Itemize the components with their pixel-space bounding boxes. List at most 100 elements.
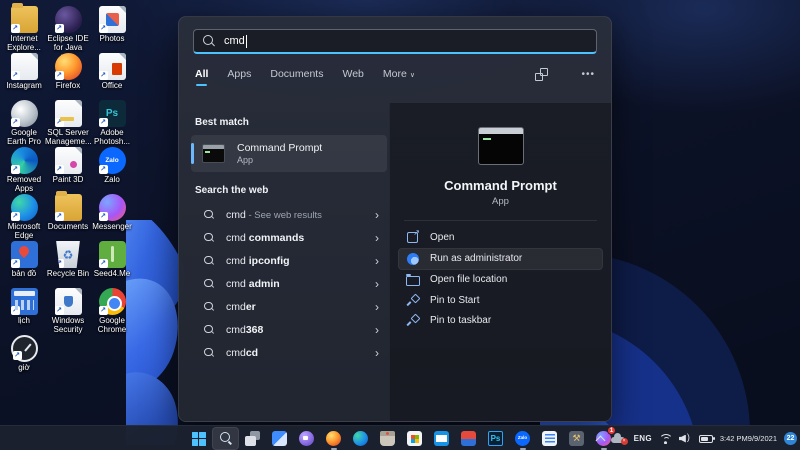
desktop-icon-paint-3d[interactable]: ↗ Paint 3D bbox=[46, 147, 90, 194]
office-icon: ↗ bbox=[98, 53, 126, 80]
desktop-icon-eclipse-ide[interactable]: ↗ Eclipse IDE for Java an... bbox=[46, 6, 90, 61]
taskbar-people-icon[interactable] bbox=[455, 427, 482, 450]
account-options-icon[interactable] bbox=[535, 67, 549, 81]
desktop-icon-documents[interactable]: ↗ Documents bbox=[46, 191, 90, 241]
desktop-icon-label: Zalo bbox=[104, 175, 120, 184]
taskbar-start-icon[interactable] bbox=[185, 427, 212, 450]
taskbar-tools-icon[interactable]: ⚒ bbox=[563, 427, 590, 450]
messenger-icon: ↗ bbox=[98, 194, 126, 221]
shortcut-arrow-icon: ↗ bbox=[98, 71, 108, 80]
desktop-icon-gio[interactable]: ↗ giờ bbox=[2, 335, 46, 382]
action-run-admin[interactable]: Run as administrator bbox=[398, 247, 603, 270]
desktop-icon-recycle-bin[interactable]: ↗ Recycle Bin bbox=[46, 241, 90, 288]
desktop-icon-removed-apps[interactable]: ↗ Removed Apps bbox=[2, 147, 46, 194]
web-suggestion-row[interactable]: cmd - See web results › bbox=[191, 203, 387, 226]
web-suggestion-row[interactable]: cmder › bbox=[191, 295, 387, 318]
action-pin-taskbar[interactable]: Pin to taskbar bbox=[398, 311, 603, 332]
wifi-icon[interactable] bbox=[658, 433, 672, 444]
search-icon bbox=[204, 278, 214, 289]
suggestion-text: cmd admin bbox=[226, 277, 280, 290]
desktop-icon-adobe-photoshop[interactable]: ↗ Adobe Photosh... bbox=[90, 100, 134, 147]
shortcut-arrow-icon: ↗ bbox=[10, 259, 20, 268]
action-label: Run as administrator bbox=[430, 253, 523, 264]
desktop-icon-photos[interactable]: ↗ Photos bbox=[90, 6, 134, 53]
desktop-icon-ban-do[interactable]: ↗ bản đồ bbox=[2, 241, 46, 288]
taskbar-firefox-icon[interactable] bbox=[320, 427, 347, 450]
desktop-icon-label: Messenger bbox=[92, 222, 132, 231]
desktop-icon-seed4me[interactable]: ↗ Seed4.Me bbox=[90, 241, 134, 288]
taskbar-basket-icon[interactable] bbox=[374, 427, 401, 450]
taskbar-chat-icon[interactable] bbox=[293, 427, 320, 450]
action-open[interactable]: Open bbox=[398, 227, 603, 248]
taskbar-widgets-icon[interactable] bbox=[266, 427, 293, 450]
shortcut-arrow-icon: ↗ bbox=[54, 306, 64, 315]
taskbar-photoshop-icon[interactable]: Ps bbox=[482, 427, 509, 450]
tab-documents[interactable]: Documents bbox=[270, 68, 323, 80]
tab-more[interactable]: More ∨ bbox=[383, 68, 415, 80]
desktop-icon-label: Documents bbox=[47, 222, 89, 231]
taskbar-edge-icon[interactable] bbox=[347, 427, 374, 450]
tab-apps[interactable]: Apps bbox=[227, 68, 251, 80]
web-suggestion-row[interactable]: cmd368 › bbox=[191, 318, 387, 341]
battery-icon[interactable] bbox=[698, 434, 715, 443]
notification-count-badge[interactable]: 22 bbox=[784, 432, 797, 445]
desktop-icon-windows-security[interactable]: ↗ Windows Security bbox=[46, 288, 90, 335]
taskbar-mail-icon[interactable] bbox=[428, 427, 455, 450]
results-column: Best match Command Prompt App Search the… bbox=[179, 103, 389, 421]
action-pin-start[interactable]: Pin to Start bbox=[398, 290, 603, 311]
desktop-icon-google-earth-pro[interactable]: ↗ Google Earth Pro bbox=[2, 100, 46, 147]
web-suggestion-row[interactable]: cmd ipconfig › bbox=[191, 249, 387, 272]
web-suggestion-row[interactable]: cmd commands › bbox=[191, 226, 387, 249]
chevron-right-icon: › bbox=[375, 276, 379, 291]
taskbar-task-view-icon[interactable] bbox=[239, 427, 266, 450]
shortcut-arrow-icon: ↗ bbox=[98, 118, 108, 127]
desktop-icon-zalo[interactable]: ↗ Zalo bbox=[90, 147, 134, 194]
more-options-icon[interactable]: ••• bbox=[581, 69, 595, 80]
clock[interactable]: 3:42 PM 9/9/2021 bbox=[720, 434, 777, 443]
onedrive-icon[interactable]: × bbox=[610, 433, 628, 445]
search-icon bbox=[204, 209, 214, 220]
action-file-location[interactable]: Open file location bbox=[398, 270, 603, 291]
desktop-icon-label: Adobe Photosh... bbox=[93, 128, 131, 146]
best-match-title: Command Prompt bbox=[237, 142, 323, 154]
desktop-icon-label: Internet Explore... bbox=[7, 34, 41, 52]
desktop-icon-instagram[interactable]: ↗ Instagram bbox=[2, 53, 46, 100]
seed4me-icon: ↗ bbox=[98, 241, 126, 268]
shortcut-arrow-icon: ↗ bbox=[54, 71, 64, 80]
shortcut-arrow-icon: ↗ bbox=[10, 24, 20, 33]
taskbar-store-icon[interactable] bbox=[401, 427, 428, 450]
best-match-result[interactable]: Command Prompt App bbox=[191, 135, 387, 172]
run-admin-icon bbox=[407, 252, 419, 265]
taskbar-notes-icon[interactable] bbox=[536, 427, 563, 450]
desktop-icon-label: Photos bbox=[99, 34, 125, 43]
web-suggestion-row[interactable]: cmd admin › bbox=[191, 272, 387, 295]
desktop-icon-label: Removed Apps bbox=[6, 175, 42, 193]
tab-web[interactable]: Web bbox=[342, 68, 363, 80]
desktop-icon-messenger[interactable]: ↗ Messenger bbox=[90, 194, 134, 241]
desktop-icon-google-chrome[interactable]: ↗ Google Chrome bbox=[90, 288, 134, 335]
command-prompt-icon bbox=[202, 144, 225, 163]
hidden-icons-chevron-icon[interactable] bbox=[595, 435, 606, 445]
desktop-icon-firefox[interactable]: ↗ Firefox bbox=[46, 53, 90, 100]
taskbar-search-icon[interactable] bbox=[212, 427, 239, 450]
suggestion-text: cmder bbox=[226, 300, 256, 313]
shortcut-arrow-icon: ↗ bbox=[10, 212, 20, 221]
tab-all[interactable]: All bbox=[195, 68, 208, 86]
volume-icon[interactable] bbox=[679, 432, 692, 444]
desktop-icon-label: Seed4.Me bbox=[93, 269, 131, 278]
search-icon bbox=[204, 347, 214, 358]
desktop-icon-microsoft-edge[interactable]: ↗ Microsoft Edge bbox=[2, 194, 46, 241]
language-indicator[interactable]: ENG bbox=[634, 434, 652, 443]
desktop-icon-sql-server[interactable]: ↗ SQL Server Manageme... bbox=[45, 100, 92, 147]
desktop-icon-grid: ↗ Internet Explore... ↗ Eclipse IDE for … bbox=[2, 3, 134, 382]
windows-security-icon: ↗ bbox=[54, 288, 82, 315]
desktop-icon-internet-explorer[interactable]: ↗ Internet Explore... bbox=[2, 3, 46, 53]
taskbar-zalo-icon[interactable]: Zalo bbox=[509, 427, 536, 450]
web-suggestion-row[interactable]: cmdcd › bbox=[191, 341, 387, 364]
photos-icon: ↗ bbox=[98, 6, 126, 33]
onedrive-error-badge: × bbox=[620, 438, 628, 445]
shortcut-arrow-icon: ↗ bbox=[98, 306, 108, 315]
search-input[interactable]: cmd bbox=[193, 29, 597, 54]
desktop-icon-office[interactable]: ↗ Office bbox=[90, 53, 134, 100]
desktop-icon-lich[interactable]: ↗ lịch bbox=[2, 288, 46, 335]
